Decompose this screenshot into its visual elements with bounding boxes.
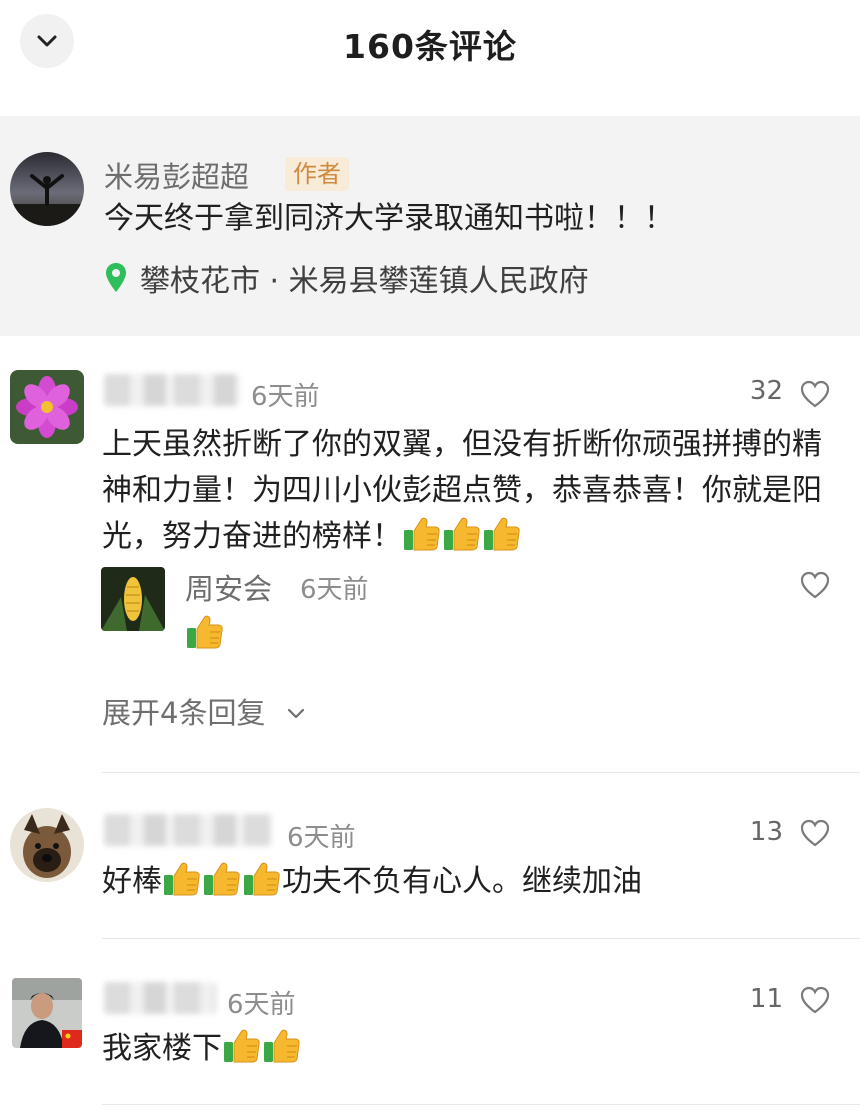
- comment-divider: [102, 1104, 860, 1105]
- like-count: 11: [749, 984, 783, 1014]
- comment-time: 6天前: [227, 990, 296, 1020]
- reply-avatar[interactable]: [101, 567, 165, 631]
- comment-time: 6天前: [287, 823, 356, 853]
- commenter-avatar[interactable]: [10, 370, 84, 444]
- reply-time: 6天前: [300, 575, 369, 605]
- thumbs-up-emoji: [483, 516, 521, 552]
- commenter-avatar[interactable]: [10, 808, 84, 882]
- commenter-avatar[interactable]: [12, 978, 82, 1048]
- author-post-text: 今天终于拿到同济大学录取通知书啦！！！: [104, 201, 674, 236]
- page-title: 160条评论: [343, 27, 517, 66]
- expand-replies-label: 展开4条回复: [102, 696, 266, 730]
- thumbs-up-emoji: [186, 614, 224, 650]
- location-pin-icon: [106, 263, 126, 292]
- comment-body-start: 好棒: [102, 864, 162, 899]
- author-badge: 作者: [285, 157, 349, 191]
- comment-body: 我家楼下: [102, 1031, 222, 1066]
- reply-author-name[interactable]: 周安会: [185, 566, 272, 608]
- author-avatar[interactable]: [10, 152, 84, 226]
- comment-divider: [102, 772, 860, 773]
- location-text[interactable]: 攀枝花市 · 米易县攀莲镇人民政府: [140, 256, 589, 300]
- comment-time: 6天前: [251, 382, 320, 412]
- commenter-name-blurred: [104, 814, 272, 846]
- thumbs-up-emoji: [443, 516, 481, 552]
- like-count: 32: [749, 376, 783, 406]
- location-label: 攀枝花市 · 米易县攀莲镇人民政府: [140, 264, 589, 299]
- commenter-name-blurred: [104, 982, 216, 1014]
- comment-text: 上天虽然折断了你的双翼，但没有折断你顽强拼搏的精神和力量！为四川小伙彭超点赞，恭…: [102, 422, 842, 560]
- thumbs-up-emoji: [403, 516, 441, 552]
- thumbs-up-emoji: [263, 1028, 301, 1064]
- heart-outline-icon[interactable]: [800, 819, 830, 847]
- heart-outline-icon[interactable]: [800, 986, 830, 1014]
- commenter-name-blurred: [104, 374, 240, 406]
- thumbs-up-emoji: [223, 1028, 261, 1064]
- comment-text: 我家楼下: [102, 1026, 302, 1072]
- like-count: 13: [749, 817, 783, 847]
- comments-header: 160条评论: [0, 0, 860, 88]
- comment-text: 好棒 功夫不负有心人。继续加油: [102, 859, 642, 905]
- reply-text: [185, 612, 225, 658]
- thumbs-up-emoji: [203, 861, 241, 897]
- author-name[interactable]: 米易彭超超: [104, 154, 249, 196]
- heart-outline-icon[interactable]: [800, 571, 830, 599]
- thumbs-up-emoji: [163, 861, 201, 897]
- chevron-down-icon: [287, 708, 304, 719]
- comment-body-end: 功夫不负有心人。继续加油: [282, 864, 642, 899]
- comment-divider: [102, 938, 860, 939]
- expand-replies-button[interactable]: 展开4条回复: [102, 690, 305, 732]
- thumbs-up-emoji: [243, 861, 281, 897]
- heart-outline-icon[interactable]: [800, 380, 830, 408]
